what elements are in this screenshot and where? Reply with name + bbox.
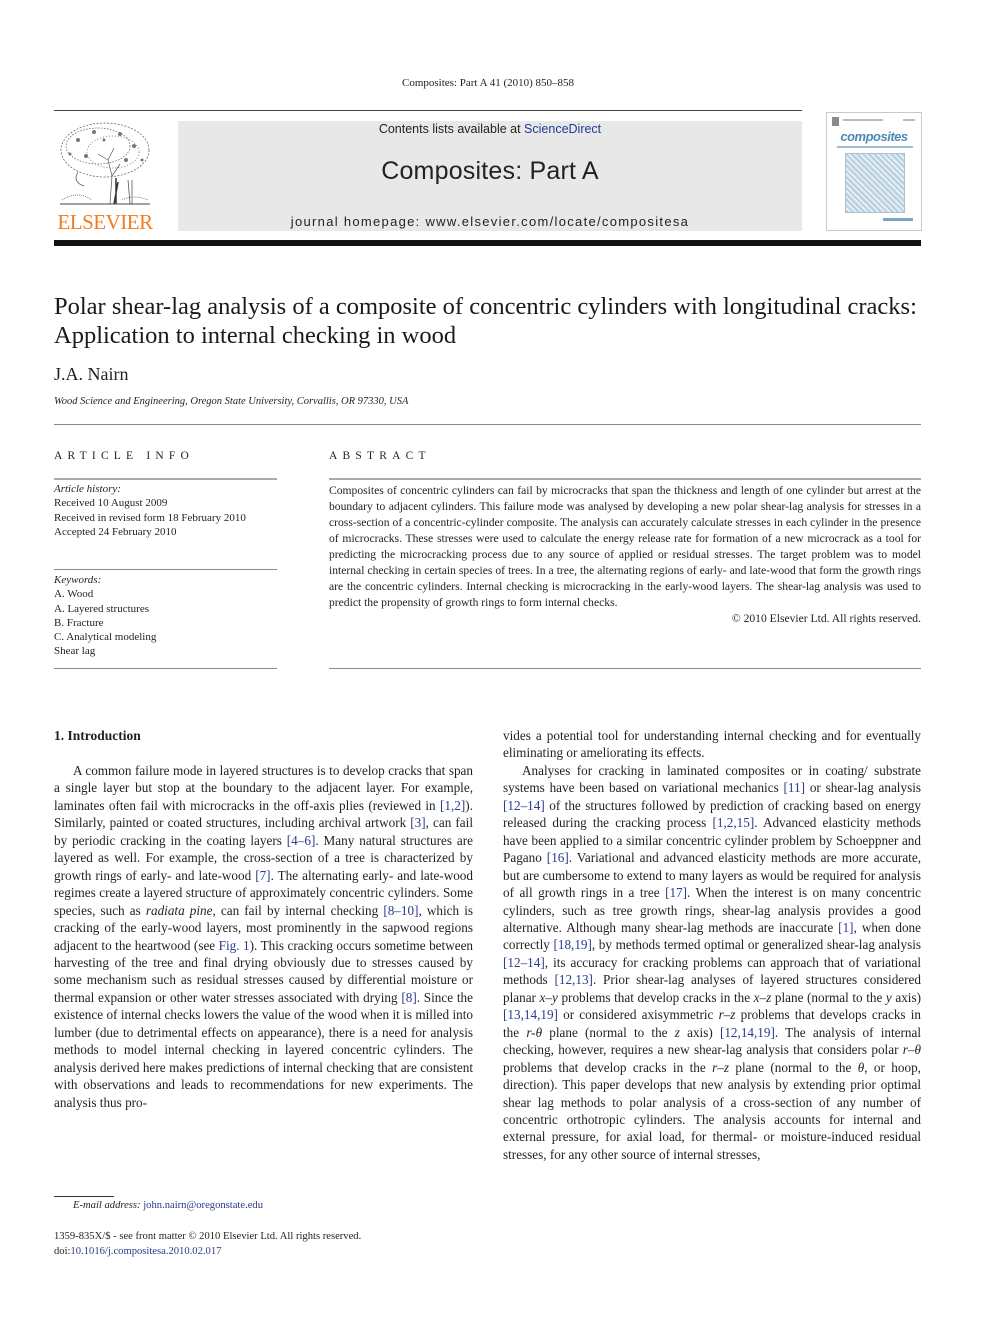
article-info-bottom-rule [54,668,277,669]
article-info-heading: ARTICLE INFO [54,450,194,462]
keyword: B. Fracture [54,616,104,629]
journal-name: Composites: Part A [381,157,599,185]
history-accepted: Accepted 24 February 2010 [54,525,177,538]
doi-link[interactable]: 10.1016/j.compositesa.2010.02.017 [70,1246,221,1257]
email-label: E-mail address: [73,1200,141,1211]
figure-link[interactable]: Fig. 1 [219,938,250,953]
contents-prefix: Contents lists available at [378,122,525,136]
journal-cover-thumbnail[interactable]: composites [826,112,922,231]
citation-link[interactable]: [3] [410,815,425,830]
citation-link[interactable]: [1,2,15] [712,815,754,830]
keywords-label: Keywords: [54,574,102,586]
intro-paragraph-1: A common failure mode in layered structu… [54,763,474,1110]
elsevier-logo[interactable]: ELSEVIER [54,120,156,234]
cover-footer-logo [883,218,913,221]
citation-link[interactable]: [18,19] [553,937,591,952]
elsevier-wordmark: ELSEVIER [57,210,153,234]
body-left-column: A common failure mode in layered structu… [54,762,473,1111]
elsevier-tree-icon [58,120,152,208]
article-info-rule [54,478,277,480]
front-matter-info: 1359-835X/$ - see front matter © 2010 El… [54,1230,361,1259]
journal-homepage-link[interactable]: journal homepage: www.elsevier.com/locat… [178,214,802,229]
author-name: J.A. Nairn [54,364,129,384]
keyword: C. Analytical modeling [54,631,157,644]
cover-issue-line [843,119,883,121]
citation-link[interactable]: [13,14,19] [503,1007,558,1022]
keyword: A. Layered structures [54,602,149,615]
cover-issn-line [903,119,915,121]
footnote-rule [54,1196,114,1197]
abstract-body: Composites of concentric cylinders can f… [329,483,921,627]
cover-publisher-icon [832,117,839,126]
keyword: Shear lag [54,645,96,658]
author-email-link[interactable]: john.nairn@oregonstate.edu [143,1200,263,1211]
keywords-list: Keywords: A. Wood A. Layered structures … [54,573,284,659]
contents-line: Contents lists available at ScienceDirec… [178,121,802,136]
cover-title: composites [840,129,908,144]
citation-link[interactable]: [1,2] [440,798,465,813]
keyword: A. Wood [54,588,94,601]
keywords-rule [54,569,277,570]
citation-link[interactable]: [12,14,19] [720,1025,775,1040]
citation-link[interactable]: [8] [401,990,416,1005]
author-email-footnote: E-mail address: john.nairn@oregonstate.e… [54,1200,263,1211]
citation-link[interactable]: [12–14] [503,955,545,970]
title-divider [54,424,921,425]
author-affiliation: Wood Science and Engineering, Oregon Sta… [54,396,409,407]
citation-link[interactable]: [11] [784,780,805,795]
cover-image [845,153,905,213]
abstract-text: Composites of concentric cylinders can f… [329,484,921,609]
issn-line: 1359-835X/$ - see front matter © 2010 El… [54,1231,362,1242]
header-rule [54,110,802,111]
citation-link[interactable]: [1] [838,920,853,935]
running-head: Composites: Part A 41 (2010) 850–858 [401,77,575,89]
body-right-column: vides a potential tool for understanding… [503,727,921,1163]
article-history-label: Article history: [54,483,121,495]
citation-link[interactable]: [7] [255,868,270,883]
citation-link[interactable]: [8–10] [383,903,418,918]
journal-banner: Contents lists available at ScienceDirec… [178,121,802,231]
sciencedirect-link[interactable]: ScienceDirect [524,122,601,136]
abstract-rule [329,478,921,480]
history-received: Received 10 August 2009 [54,497,168,510]
citation-link[interactable]: [12–14] [503,798,545,813]
citation-link[interactable]: [4–6] [287,833,316,848]
header-thick-rule [54,240,921,246]
abstract-heading: ABSTRACT [329,450,431,462]
article-history: Article history: Received 10 August 2009… [54,482,284,539]
intro-paragraph-1-continued: vides a potential tool for understanding… [503,728,921,761]
cover-subtitle [837,146,913,148]
citation-link[interactable]: [12,13] [554,972,592,987]
intro-paragraph-2: Analyses for cracking in laminated compo… [503,762,922,1162]
abstract-copyright: © 2010 Elsevier Ltd. All rights reserved… [731,612,921,625]
citation-link[interactable]: [16] [547,850,569,865]
abstract-bottom-rule [329,668,921,669]
history-revised: Received in revised form 18 February 201… [54,511,246,524]
section-heading-introduction: 1. Introduction [54,728,141,743]
doi-line: doi:10.1016/j.compositesa.2010.02.017 [54,1245,222,1257]
article-title: Polar shear-lag analysis of a composite … [54,293,917,349]
citation-link[interactable]: [17] [665,885,687,900]
